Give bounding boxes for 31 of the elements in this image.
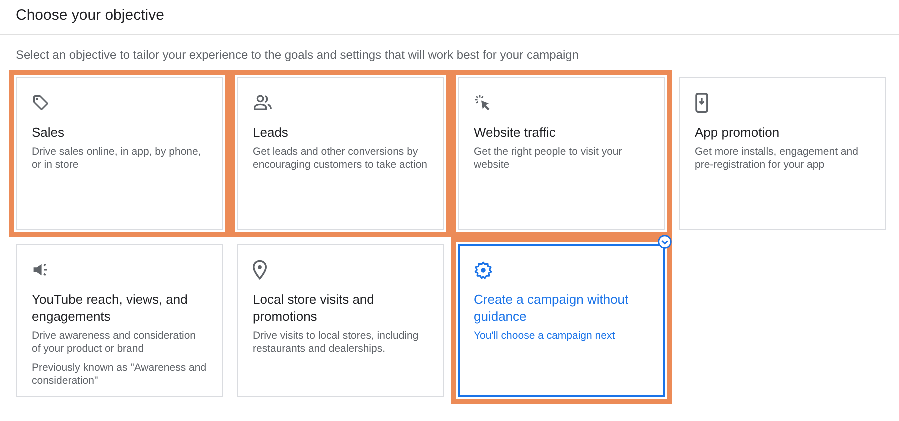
objective-card[interactable]: Create a campaign without guidance You'll choose a campaign next [458,244,665,397]
megaphone-icon [32,262,50,278]
people-icon [253,94,273,112]
objective-card[interactable]: Website traffic Get the right people to visit your website [458,77,665,230]
objective-title: Leads [253,124,290,141]
objective-title: YouTube reach, views, and engagements [32,291,189,325]
phone-download-icon [695,93,709,113]
tag-icon [32,94,50,112]
location-pin-icon [253,260,267,280]
objective-description: Drive visits to local stores, including restaurants and dealerships. [253,330,420,356]
objective-card[interactable]: App promotion Get more installs, engagement and pre-registration for your app [679,77,886,230]
objective-title: Website traffic [474,124,557,141]
objective-card[interactable]: YouTube reach, views, and engagements Drive awareness and consideration of your product or brand Previously known as "Awareness and consideration" [16,244,223,397]
objective-description: Get more installs, engagement and pre-registration for your app [695,146,860,172]
objective-title: App promotion [695,124,781,141]
objective-description: Drive sales online, in app, by phone, or in store [32,146,202,172]
objective-description: Get leads and other conversions by encouraging customers to take action [253,146,428,172]
objective-title: Local store visits and promotions [253,291,376,325]
objective-description: You'll choose a campaign next [474,330,616,343]
objective-card[interactable]: Local store visits and promotions Drive visits to local stores, including restaurants and dealerships. [237,244,444,397]
objective-description: Previously known as "Awareness and consideration" [32,362,207,388]
cursor-click-icon [474,94,492,112]
objective-description: Drive awareness and consideration of your product or brand [32,330,198,356]
instruction-text: Select an objective to tailor your experience to the goals and settings that will work best for your campaign [16,48,579,62]
page-title: Choose your objective [16,7,164,24]
objective-title: Sales [32,124,66,141]
objective-title: Create a campaign without guidance [474,291,630,325]
objective-description: Get the right people to visit your website [474,146,624,172]
settings-icon [474,260,493,280]
objective-card[interactable]: Sales Drive sales online, in app, by phone, or in store [16,77,223,230]
objective-card[interactable]: Leads Get leads and other conversions by encouraging customers to take action [237,77,444,230]
